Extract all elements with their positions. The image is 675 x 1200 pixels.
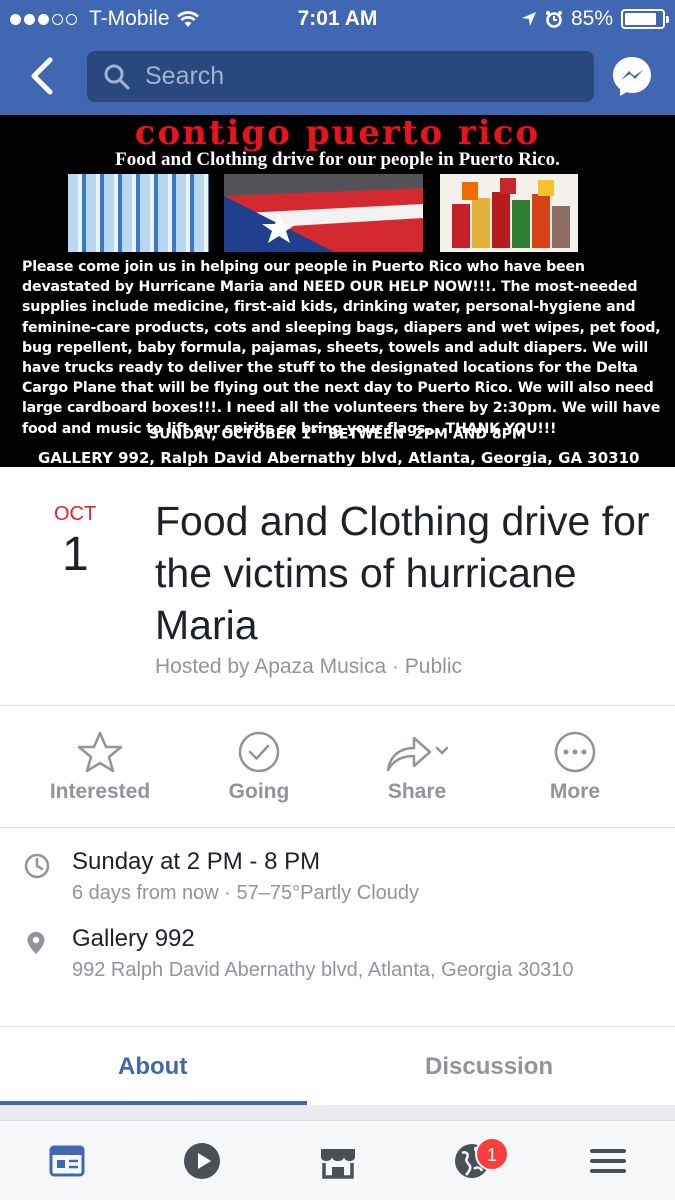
location-arrow-icon bbox=[521, 12, 536, 26]
interested-label: Interested bbox=[49, 780, 151, 803]
cover-date-sup: ST bbox=[310, 426, 324, 436]
status-bar: T-Mobile 7:01 AM 85% bbox=[0, 0, 675, 38]
event-cover-image[interactable]: contigo puerto rico Food and Clothing dr… bbox=[0, 115, 675, 467]
battery-icon bbox=[621, 9, 669, 29]
more-label: More bbox=[549, 780, 601, 803]
battery-fill bbox=[625, 13, 656, 25]
news-feed-icon[interactable] bbox=[47, 1141, 87, 1181]
divider bbox=[0, 705, 675, 706]
menu-hamburger-icon[interactable] bbox=[588, 1141, 628, 1181]
event-day: 1 bbox=[62, 528, 89, 581]
check-circle-icon bbox=[238, 731, 280, 773]
cover-date-line: SUNDAY, OCTOBER 1ST BETWEEN 2PM AND 8PM bbox=[0, 426, 675, 443]
notification-badge: 1 bbox=[475, 1137, 509, 1171]
tab-discussion[interactable]: Discussion bbox=[425, 1053, 553, 1081]
search-icon bbox=[104, 64, 130, 89]
messenger-icon[interactable] bbox=[611, 55, 653, 97]
event-month: OCT bbox=[54, 503, 97, 525]
location-pin-icon bbox=[27, 932, 45, 954]
clock-icon bbox=[24, 853, 50, 879]
event-host[interactable]: Hosted by Apaza Musica · Public bbox=[155, 655, 462, 679]
more-button[interactable]: More bbox=[505, 730, 645, 804]
cover-body-text: Please come join us in helping our peopl… bbox=[22, 259, 661, 437]
event-time[interactable]: Sunday at 2 PM - 8 PM bbox=[72, 848, 320, 876]
going-label: Going bbox=[228, 780, 290, 803]
event-title: Food and Clothing drive for the victims … bbox=[155, 498, 650, 648]
content-separator bbox=[0, 1105, 675, 1120]
search-input[interactable] bbox=[143, 61, 583, 92]
flag-graphic bbox=[224, 174, 423, 252]
video-play-icon[interactable] bbox=[182, 1141, 222, 1181]
divider bbox=[0, 1026, 675, 1027]
share-arrow-icon bbox=[386, 736, 449, 772]
more-dots-icon bbox=[554, 731, 596, 773]
bottom-navigation bbox=[0, 1120, 675, 1200]
cover-address-line: GALLERY 992, Ralph David Abernathy blvd,… bbox=[38, 449, 640, 467]
star-icon bbox=[77, 731, 123, 773]
divider bbox=[0, 827, 675, 828]
top-bar: T-Mobile 7:01 AM 85% bbox=[0, 0, 675, 115]
cover-title: contigo puerto rico bbox=[134, 115, 541, 153]
interested-button[interactable]: Interested bbox=[30, 730, 170, 804]
cover-date-suffix: BETWEEN 2PM AND 8PM bbox=[323, 426, 526, 443]
event-time-details: 6 days from now · 57–75°Partly Cloudy bbox=[72, 882, 420, 904]
search-bar[interactable] bbox=[87, 51, 594, 102]
alarm-icon bbox=[545, 11, 562, 28]
event-address[interactable]: 992 Ralph David Abernathy blvd, Atlanta,… bbox=[72, 958, 632, 982]
going-button[interactable]: Going bbox=[189, 730, 329, 804]
back-arrow-icon[interactable] bbox=[24, 56, 60, 96]
marketplace-icon[interactable] bbox=[318, 1141, 358, 1181]
event-venue[interactable]: Gallery 992 bbox=[72, 925, 195, 953]
puerto-rico-flag-photo bbox=[224, 174, 423, 252]
cans-graphic bbox=[452, 178, 570, 248]
battery-percent: 85% bbox=[570, 7, 613, 30]
status-right: 85% bbox=[521, 7, 669, 31]
share-button[interactable]: Share bbox=[347, 730, 487, 804]
canned-food-photo bbox=[440, 174, 578, 252]
share-label: Share bbox=[387, 780, 447, 803]
cover-subtitle: Food and Clothing drive for our people i… bbox=[115, 149, 560, 170]
tab-about[interactable]: About bbox=[118, 1053, 187, 1081]
water-bottles-photo bbox=[68, 174, 209, 252]
cover-date-prefix: SUNDAY, OCTOBER 1 bbox=[149, 426, 311, 443]
